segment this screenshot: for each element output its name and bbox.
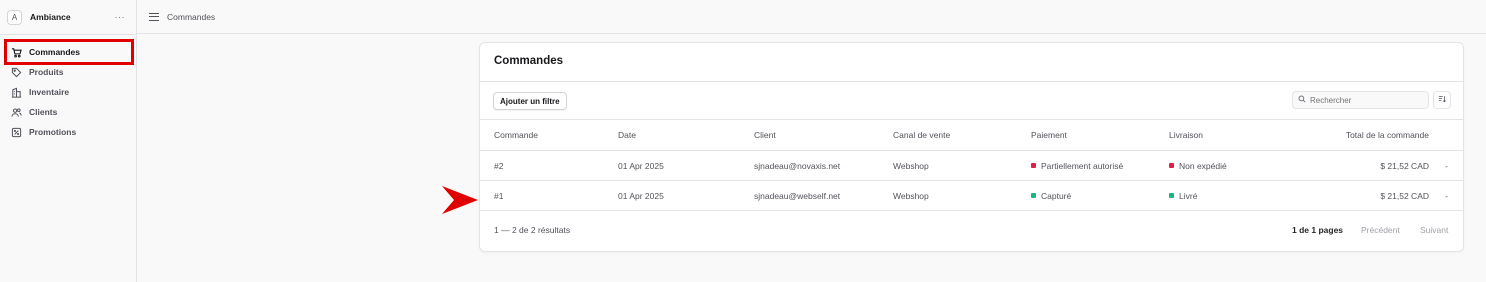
page-title: Commandes — [494, 55, 564, 67]
more-options-icon[interactable]: ··· — [115, 12, 126, 22]
next-page-button[interactable]: Suivant — [1420, 225, 1448, 235]
search-icon — [1298, 95, 1306, 105]
sidebar: A Ambiance ··· Commandes Produits Invent… — [0, 0, 137, 282]
column-header-commande[interactable]: Commande — [494, 130, 538, 140]
sidebar-item-label: Clients — [29, 107, 58, 117]
previous-page-button[interactable]: Précédent — [1361, 225, 1400, 235]
column-header-canal[interactable]: Canal de vente — [893, 130, 950, 140]
order-client: sjnadeau@webself.net — [754, 191, 841, 201]
order-total: $ 21,52 CAD — [1380, 191, 1429, 201]
delivery-status: Non expédié — [1169, 161, 1227, 171]
payment-status: Capturé — [1031, 191, 1071, 201]
column-header-date[interactable]: Date — [618, 130, 636, 140]
column-header-client[interactable]: Client — [754, 130, 776, 140]
delivery-status-label: Non expédié — [1179, 161, 1227, 171]
column-header-paiement[interactable]: Paiement — [1031, 130, 1067, 140]
row-menu-button[interactable]: - — [1445, 161, 1448, 171]
results-count: 1 — 2 de 2 résultats — [494, 225, 571, 235]
sidebar-item-label: Promotions — [29, 127, 77, 137]
order-total: $ 21,52 CAD — [1380, 161, 1429, 171]
status-dot — [1031, 193, 1036, 198]
payment-status-label: Partiellement autorisé — [1041, 161, 1124, 171]
order-id: #2 — [494, 161, 504, 171]
percent-icon — [11, 127, 22, 138]
sidebar-item-clients[interactable]: Clients — [8, 102, 132, 122]
store-avatar: A — [7, 9, 22, 25]
sidebar-item-produits[interactable]: Produits — [8, 62, 132, 82]
status-dot — [1031, 163, 1036, 168]
topbar: Commandes — [137, 0, 1486, 34]
order-channel: Webshop — [893, 191, 929, 201]
store-name: Ambiance — [30, 12, 71, 22]
row-menu-button[interactable]: - — [1445, 191, 1448, 201]
search-input[interactable] — [1310, 95, 1420, 105]
column-header-livraison[interactable]: Livraison — [1169, 130, 1203, 140]
payment-status: Partiellement autorisé — [1031, 161, 1123, 171]
divider — [480, 210, 1463, 211]
sort-button[interactable] — [1433, 91, 1451, 109]
building-icon — [11, 87, 22, 98]
sidebar-item-label: Inventaire — [29, 87, 70, 97]
annotation-arrow-icon — [442, 186, 478, 214]
divider — [480, 119, 1463, 120]
table-row[interactable]: #2 01 Apr 2025 sjnadeau@novaxis.net Webs… — [480, 150, 1463, 180]
page-indicator: 1 de 1 pages — [1292, 225, 1344, 235]
store-switcher[interactable]: A Ambiance ··· — [7, 8, 131, 26]
order-date: 01 Apr 2025 — [618, 191, 664, 201]
table-row[interactable]: #1 01 Apr 2025 sjnadeau@webself.net Webs… — [480, 180, 1463, 210]
column-header-total[interactable]: Total de la commande — [1346, 130, 1429, 140]
tag-icon — [11, 67, 22, 78]
annotation-highlight-box — [4, 39, 134, 65]
search-box[interactable] — [1292, 91, 1429, 109]
sidebar-item-promotions[interactable]: Promotions — [8, 122, 132, 142]
status-dot — [1169, 163, 1174, 168]
delivery-status: Livré — [1169, 191, 1197, 201]
users-icon — [11, 107, 22, 118]
order-client: sjnadeau@novaxis.net — [754, 161, 841, 171]
breadcrumb[interactable]: Commandes — [167, 12, 215, 22]
sidebar-item-inventaire[interactable]: Inventaire — [8, 82, 132, 102]
divider — [480, 81, 1463, 82]
payment-status-label: Capturé — [1041, 191, 1072, 201]
order-date: 01 Apr 2025 — [618, 161, 664, 171]
orders-card: Commandes Ajouter un filtre Commande Dat… — [479, 42, 1464, 252]
sidebar-divider — [0, 34, 137, 35]
menu-icon[interactable] — [149, 12, 159, 21]
sort-icon — [1438, 95, 1446, 105]
order-id: #1 — [494, 191, 504, 201]
sidebar-item-label: Produits — [29, 67, 64, 77]
delivery-status-label: Livré — [1179, 191, 1198, 201]
status-dot — [1169, 193, 1174, 198]
add-filter-button[interactable]: Ajouter un filtre — [493, 92, 567, 110]
order-channel: Webshop — [893, 161, 929, 171]
